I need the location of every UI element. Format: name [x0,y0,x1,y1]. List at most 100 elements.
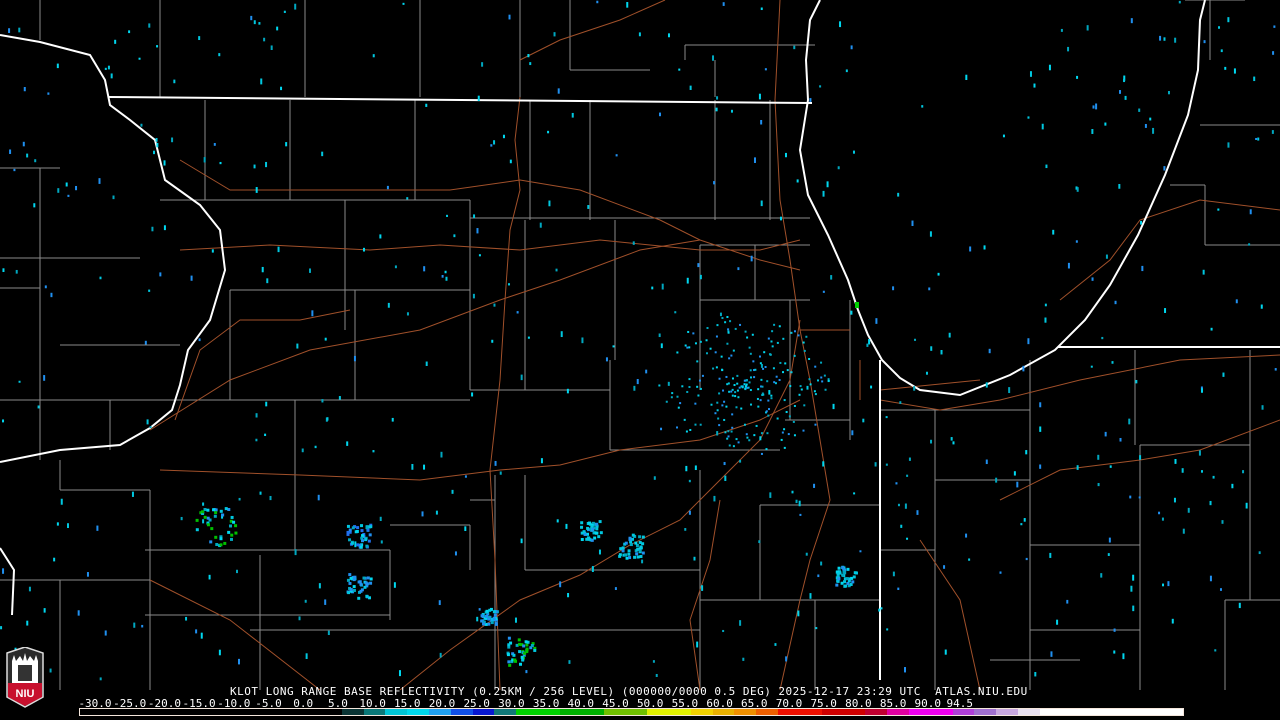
echo-pixel [638,535,642,539]
echo-pixel [940,349,943,355]
echo-pixel [1200,388,1203,393]
echo-pixel [841,566,845,570]
echo-pixel [75,185,78,191]
echo-pixel [667,381,670,386]
echo-pixel [354,541,357,548]
echo-pixel [441,275,444,278]
river-lower [0,547,16,616]
echo-pixel [1013,471,1016,476]
echo-pixel [153,150,156,155]
echo-pixel [1209,575,1212,582]
echo-pixel [721,369,724,372]
echo-pixel [718,424,721,427]
echo-pixel [667,33,670,38]
echo-pixel [815,627,818,630]
echo-pixel [464,526,467,532]
echo-pixel [1041,123,1044,130]
echo-pixel [221,513,225,517]
echo-pixel [687,330,690,333]
echo-pixel [314,445,317,449]
echo-pixel [1119,90,1122,94]
echo-pixel [1044,317,1047,323]
echo-pixel [781,431,784,434]
echo-pixel [1097,483,1100,487]
echo-pixel [560,331,563,338]
echo-pixel [587,205,590,209]
echo-pixel [793,404,796,407]
echo-pixel [652,660,655,663]
echo-pixel [114,39,117,44]
state-borders [0,0,1280,680]
echo-pixel [728,444,731,447]
echo-pixel [750,255,753,262]
echo-pixel [770,397,773,400]
echo-pixel [771,345,774,348]
echo-pixel [259,491,262,495]
echo-pixel [553,32,556,37]
mississippi-river [0,34,227,463]
echo-pixel [895,482,898,485]
echo-pixel [813,390,816,393]
color-swatch [952,709,975,715]
echo-pixel [1152,127,1155,134]
echo-pixel [727,435,730,438]
echo-pixel [206,508,210,512]
echo-pixel [1238,602,1241,609]
echo-pixel [930,346,933,351]
echo-pixel [107,65,110,70]
echo-pixel [641,535,645,539]
echo-pixel [724,475,727,481]
echo-pixel [639,546,643,550]
echo-pixel [827,379,830,382]
echo-pixel [346,524,350,528]
echo-pixel [171,137,174,143]
echo-pixel [748,439,751,442]
echo-pixel [760,200,763,207]
echo-pixel [298,616,301,621]
echo-pixel [309,268,312,273]
echo-pixel [435,510,438,515]
echo-pixel [731,413,734,416]
echo-pixel [482,622,486,626]
echo-pixel [13,168,16,172]
echo-pixel [367,539,371,543]
echo-pixel [202,519,205,524]
echo-pixel [270,45,273,51]
echo-pixel [104,67,107,70]
niu-logo: NIU [6,647,44,708]
echo-pixel [774,643,777,646]
echo-pixel [590,538,594,542]
echo-pixel [229,524,233,528]
echo-pixel [759,362,762,365]
echo-pixel [338,396,341,400]
echo-pixel [144,340,147,345]
echo-pixel [782,371,785,374]
echo-pixel [624,541,628,545]
echo-pixel [533,648,537,652]
echo-pixel [855,302,859,308]
echo-pixel [837,166,840,170]
echo-pixel [1023,518,1026,522]
echo-pixel [440,451,443,458]
echo-pixel [745,433,748,436]
echo-pixel [826,181,829,188]
echo-pixel [445,276,448,281]
echo-pixel [688,385,691,388]
echo-pixel [862,418,865,423]
echo-pixel [522,644,526,648]
echo-pixel [1167,91,1170,95]
echo-pixel [1060,28,1063,32]
echo-pixel [539,222,542,228]
echo-pixel [253,20,256,25]
echo-pixel [525,650,529,654]
echo-pixel [779,361,782,364]
echo-pixel [809,383,812,386]
echo-pixel [586,526,590,530]
echo-pixel [1129,495,1132,499]
echo-pixel [1258,551,1261,555]
echo-pixel [628,556,632,560]
echo-pixel [96,525,99,531]
echo-pixel [1086,25,1089,31]
echo-pixel [487,622,491,626]
echo-pixel [138,57,141,60]
